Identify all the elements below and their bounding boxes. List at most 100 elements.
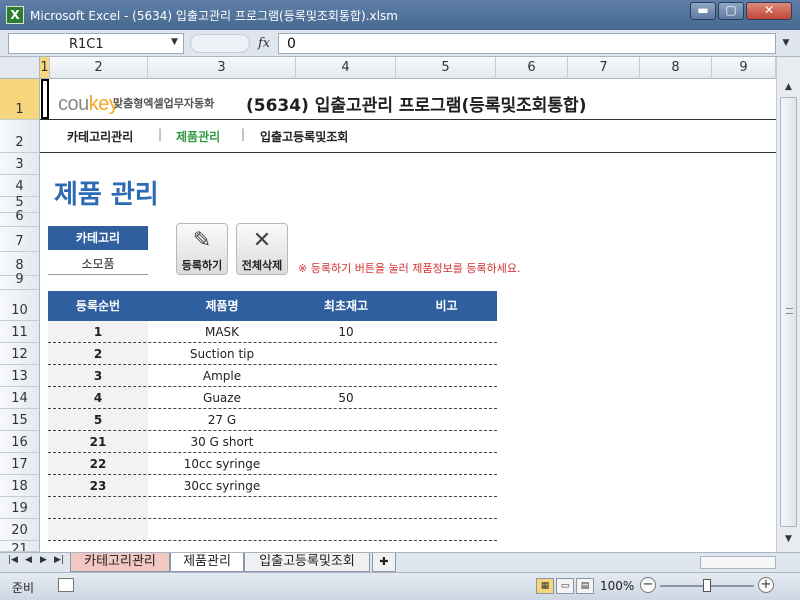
close-icon: ✕ (252, 228, 272, 253)
header-divider (40, 119, 776, 120)
prev-sheet-icon[interactable]: ◀ (25, 555, 32, 565)
register-button-label: 등록하기 (181, 259, 223, 272)
column-header[interactable]: 7 (568, 57, 640, 79)
horizontal-scrollbar[interactable] (700, 556, 776, 569)
close-button[interactable]: ✕ (746, 2, 792, 20)
column-header[interactable]: 1 (40, 57, 50, 79)
table-cell: 30 G short (190, 435, 254, 449)
zoom-level[interactable]: 100% (600, 579, 634, 593)
table-cell: 22 (48, 453, 148, 474)
table-cell: 4 (48, 387, 148, 408)
category-value[interactable]: 소모품 (48, 253, 148, 275)
row-header[interactable]: 21 (0, 541, 40, 552)
table-row[interactable]: 4 Guaze 50 (48, 387, 497, 409)
table-row[interactable]: 3 Ample (48, 365, 497, 387)
register-button[interactable]: ✎ 등록하기 (176, 223, 228, 275)
last-sheet-icon[interactable]: ▶| (54, 555, 64, 565)
row-header[interactable]: 4 (0, 175, 40, 197)
row-header[interactable]: 3 (0, 153, 40, 175)
row-header[interactable]: 9 (0, 272, 40, 290)
macro-record-icon[interactable] (58, 578, 74, 592)
nav-product-management[interactable]: 제품관리 (176, 128, 220, 145)
table-cell (296, 343, 396, 364)
row-header[interactable]: 17 (0, 453, 40, 475)
sheet-tab-inout[interactable]: 입출고등록및조회 (244, 553, 370, 572)
select-all-corner[interactable] (0, 57, 40, 79)
formula-bar: R1C1 ▼ fx 0 ▼ (0, 30, 800, 57)
table-row[interactable]: 22 10cc syringe (48, 453, 497, 475)
formula-value: 0 (287, 36, 296, 52)
table-row[interactable] (48, 519, 497, 541)
vertical-scrollbar[interactable]: ▲ ▼ (776, 57, 800, 552)
row-header[interactable]: 18 (0, 475, 40, 497)
row-header[interactable]: 13 (0, 365, 40, 387)
minimize-button[interactable]: ▬ (690, 2, 716, 20)
table-cell (396, 497, 497, 518)
table-cell (148, 519, 296, 540)
table-cell: 5 (48, 409, 148, 430)
scroll-down-icon[interactable]: ▼ (780, 531, 797, 548)
row-header[interactable]: 12 (0, 343, 40, 365)
table-header-cell: 최초재고 (323, 299, 369, 313)
table-cell (396, 453, 497, 474)
formula-input[interactable]: 0 (278, 33, 776, 54)
row-header[interactable]: 2 (0, 120, 40, 153)
name-box[interactable]: R1C1 ▼ (8, 33, 184, 54)
row-header[interactable]: 16 (0, 431, 40, 453)
sheet-tab-bar: |◀ ◀ ▶ ▶| 카테고리관리 제품관리 입출고등록및조회 ✚ (0, 552, 800, 572)
column-header[interactable]: 3 (148, 57, 296, 79)
row-header[interactable]: 20 (0, 519, 40, 541)
row-header[interactable]: 19 (0, 497, 40, 519)
nav-inout-registration[interactable]: 입출고등록및조회 (260, 128, 348, 145)
row-header[interactable]: 15 (0, 409, 40, 431)
table-cell (396, 343, 497, 364)
sheet-tab-category[interactable]: 카테고리관리 (70, 553, 170, 572)
column-header[interactable]: 5 (396, 57, 496, 79)
row-header[interactable]: 10 (0, 290, 40, 321)
column-header[interactable]: 4 (296, 57, 396, 79)
nav-category-management[interactable]: 카테고리관리 (67, 128, 133, 145)
table-row[interactable]: 2 Suction tip (48, 343, 497, 365)
zoom-in-icon[interactable]: + (758, 577, 774, 593)
notice-text: ※ 등록하기 버튼을 눌러 제품정보를 등록하세요. (298, 262, 521, 275)
nav-separator: | (158, 127, 163, 141)
normal-view-icon[interactable]: ▦ (536, 578, 554, 594)
delete-all-button[interactable]: ✕ 전체삭제 (236, 223, 288, 275)
chevron-down-icon[interactable]: ▼ (171, 37, 178, 47)
status-ready: 준비 (12, 581, 35, 595)
table-cell (396, 365, 497, 386)
scroll-thumb[interactable] (780, 97, 797, 527)
column-header[interactable]: 8 (640, 57, 712, 79)
row-header[interactable]: 14 (0, 387, 40, 409)
table-row[interactable]: 1 MASK 10 (48, 321, 497, 343)
maximize-button[interactable]: ▢ (718, 2, 744, 20)
insert-function-icon[interactable]: fx (258, 36, 270, 51)
table-row[interactable] (48, 497, 497, 519)
insert-sheet-icon[interactable]: ✚ (372, 553, 396, 572)
column-header[interactable]: 6 (496, 57, 568, 79)
row-header[interactable]: 6 (0, 209, 40, 227)
excel-icon[interactable]: X (6, 6, 24, 24)
row-header[interactable]: 7 (0, 227, 40, 252)
table-cell (296, 409, 396, 430)
page-break-view-icon[interactable]: ▤ (576, 578, 594, 594)
row-header[interactable]: 11 (0, 321, 40, 343)
column-header[interactable]: 2 (50, 57, 148, 79)
nav-divider (40, 152, 776, 153)
column-header[interactable]: 9 (712, 57, 776, 79)
table-row[interactable]: 23 30cc syringe (48, 475, 497, 497)
formula-bar-handle[interactable] (190, 34, 250, 53)
zoom-slider-thumb[interactable] (703, 579, 711, 592)
table-cell (148, 497, 296, 518)
table-row[interactable]: 5 27 G (48, 409, 497, 431)
first-sheet-icon[interactable]: |◀ (8, 555, 18, 565)
next-sheet-icon[interactable]: ▶ (40, 555, 47, 565)
zoom-out-icon[interactable]: − (640, 577, 656, 593)
scroll-up-icon[interactable]: ▲ (780, 79, 797, 96)
sheet-tab-product[interactable]: 제품관리 (170, 553, 244, 572)
page-layout-view-icon[interactable]: ▭ (556, 578, 574, 594)
expand-formula-bar-icon[interactable]: ▼ (778, 33, 794, 54)
row-header[interactable]: 1 (0, 79, 40, 120)
table-row[interactable]: 21 30 G short (48, 431, 497, 453)
worksheet[interactable]: coukey 맞춤형엑셀업무자동화 (5634) 입출고관리 프로그램(등록및조… (40, 79, 776, 552)
